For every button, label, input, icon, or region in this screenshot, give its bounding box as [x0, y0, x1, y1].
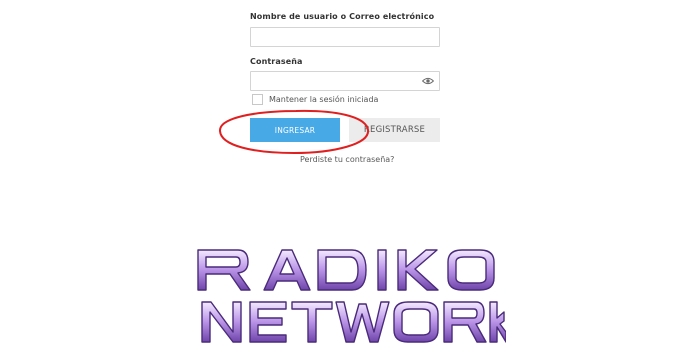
username-input[interactable] [250, 27, 440, 47]
login-page: Nombre de usuario o Correo electrónico C… [0, 0, 700, 350]
remember-label: Mantener la sesión iniciada [269, 95, 379, 104]
remember-checkbox[interactable] [252, 94, 263, 105]
forgot-password-link[interactable]: Perdiste tu contraseña? [300, 155, 394, 164]
password-label: Contraseña [250, 57, 303, 66]
highlight-ellipse [218, 109, 369, 155]
eye-icon[interactable] [422, 77, 434, 85]
username-label: Nombre de usuario o Correo electrónico [250, 12, 435, 21]
radiko-network-logo [197, 249, 506, 343]
password-input[interactable] [250, 71, 440, 91]
